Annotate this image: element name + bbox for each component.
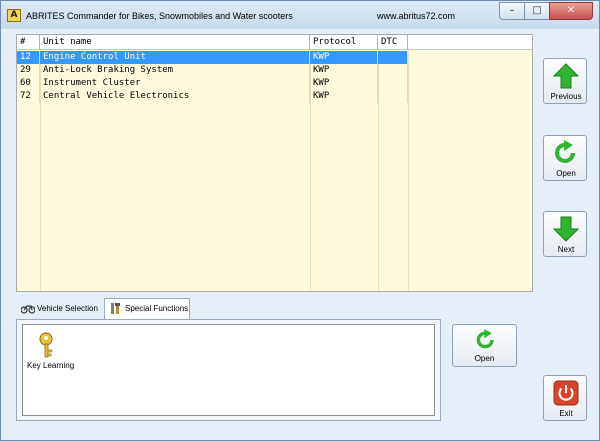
cell-protocol: KWP	[310, 77, 378, 90]
cell-number: 72	[17, 90, 40, 103]
window-title: ABRITES Commander for Bikes, Snowmobiles…	[26, 11, 293, 21]
minimize-button[interactable]: –	[499, 2, 524, 20]
cell-number: 60	[17, 77, 40, 90]
close-button[interactable]: ✕	[549, 2, 593, 20]
cell-dtc	[378, 77, 408, 90]
cell-unit-name: Anti-Lock Braking System	[40, 64, 310, 77]
app-icon: A	[7, 9, 21, 22]
tab-vehicle-selection[interactable]: Vehicle Selection	[16, 298, 104, 319]
cell-number: 29	[17, 64, 40, 77]
unit-grid[interactable]: # Unit name Protocol DTC 12 Engine Contr…	[16, 34, 533, 292]
title-url: www.abritus72.com	[377, 11, 456, 21]
cell-unit-name: Instrument Cluster	[40, 77, 310, 90]
table-row[interactable]: 72 Central Vehicle Electronics KWP	[17, 90, 532, 103]
panel-open-button[interactable]: Open	[452, 324, 517, 367]
tab-label: Vehicle Selection	[37, 304, 98, 313]
column-header-unit-name[interactable]: Unit name	[40, 35, 310, 49]
column-header-number[interactable]: #	[17, 35, 40, 49]
column-header-protocol[interactable]: Protocol	[310, 35, 378, 49]
cell-unit-name: Central Vehicle Electronics	[40, 90, 310, 103]
tools-icon	[111, 303, 120, 314]
function-label: Key Learning	[27, 361, 75, 370]
panel-open-label: Open	[474, 354, 495, 363]
cell-protocol: KWP	[310, 90, 378, 103]
functions-list[interactable]: Key Learning	[22, 324, 435, 416]
column-header-dtc[interactable]: DTC	[378, 35, 408, 49]
next-label: Next	[557, 245, 575, 254]
key-icon	[39, 332, 53, 358]
up-arrow-icon	[553, 63, 579, 89]
special-functions-panel: Key Learning	[16, 319, 441, 421]
open-label: Open	[556, 169, 576, 178]
cell-number: 12	[17, 51, 40, 64]
cell-unit-name: Engine Control Unit	[40, 51, 310, 64]
cell-protocol: KWP	[310, 64, 378, 77]
cell-dtc	[378, 90, 408, 103]
table-row[interactable]: 12 Engine Control Unit KWP	[17, 51, 532, 64]
exit-label: Exit	[559, 409, 573, 418]
app-window: A ABRITES Commander for Bikes, Snowmobil…	[0, 0, 600, 441]
motorcycle-icon	[21, 305, 35, 314]
redo-arrow-icon	[476, 329, 494, 349]
caption-buttons: – □ ✕	[499, 2, 593, 20]
down-arrow-icon	[553, 216, 579, 242]
cell-protocol: KWP	[310, 51, 378, 64]
redo-arrow-icon	[555, 140, 575, 163]
table-row[interactable]: 60 Instrument Cluster KWP	[17, 77, 532, 90]
maximize-button[interactable]: □	[524, 2, 549, 20]
title-bar[interactable]: A ABRITES Commander for Bikes, Snowmobil…	[1, 1, 599, 29]
list-item-key-learning[interactable]: Key Learning	[27, 331, 87, 373]
power-icon	[553, 380, 579, 406]
previous-label: Previous	[550, 92, 582, 101]
table-row[interactable]: 29 Anti-Lock Braking System KWP	[17, 64, 532, 77]
cell-dtc	[378, 64, 408, 77]
tab-special-functions[interactable]: Special Functions	[104, 298, 190, 319]
cell-dtc	[378, 51, 408, 64]
grid-header: # Unit name Protocol DTC	[17, 35, 532, 50]
tab-label: Special Functions	[125, 304, 189, 313]
